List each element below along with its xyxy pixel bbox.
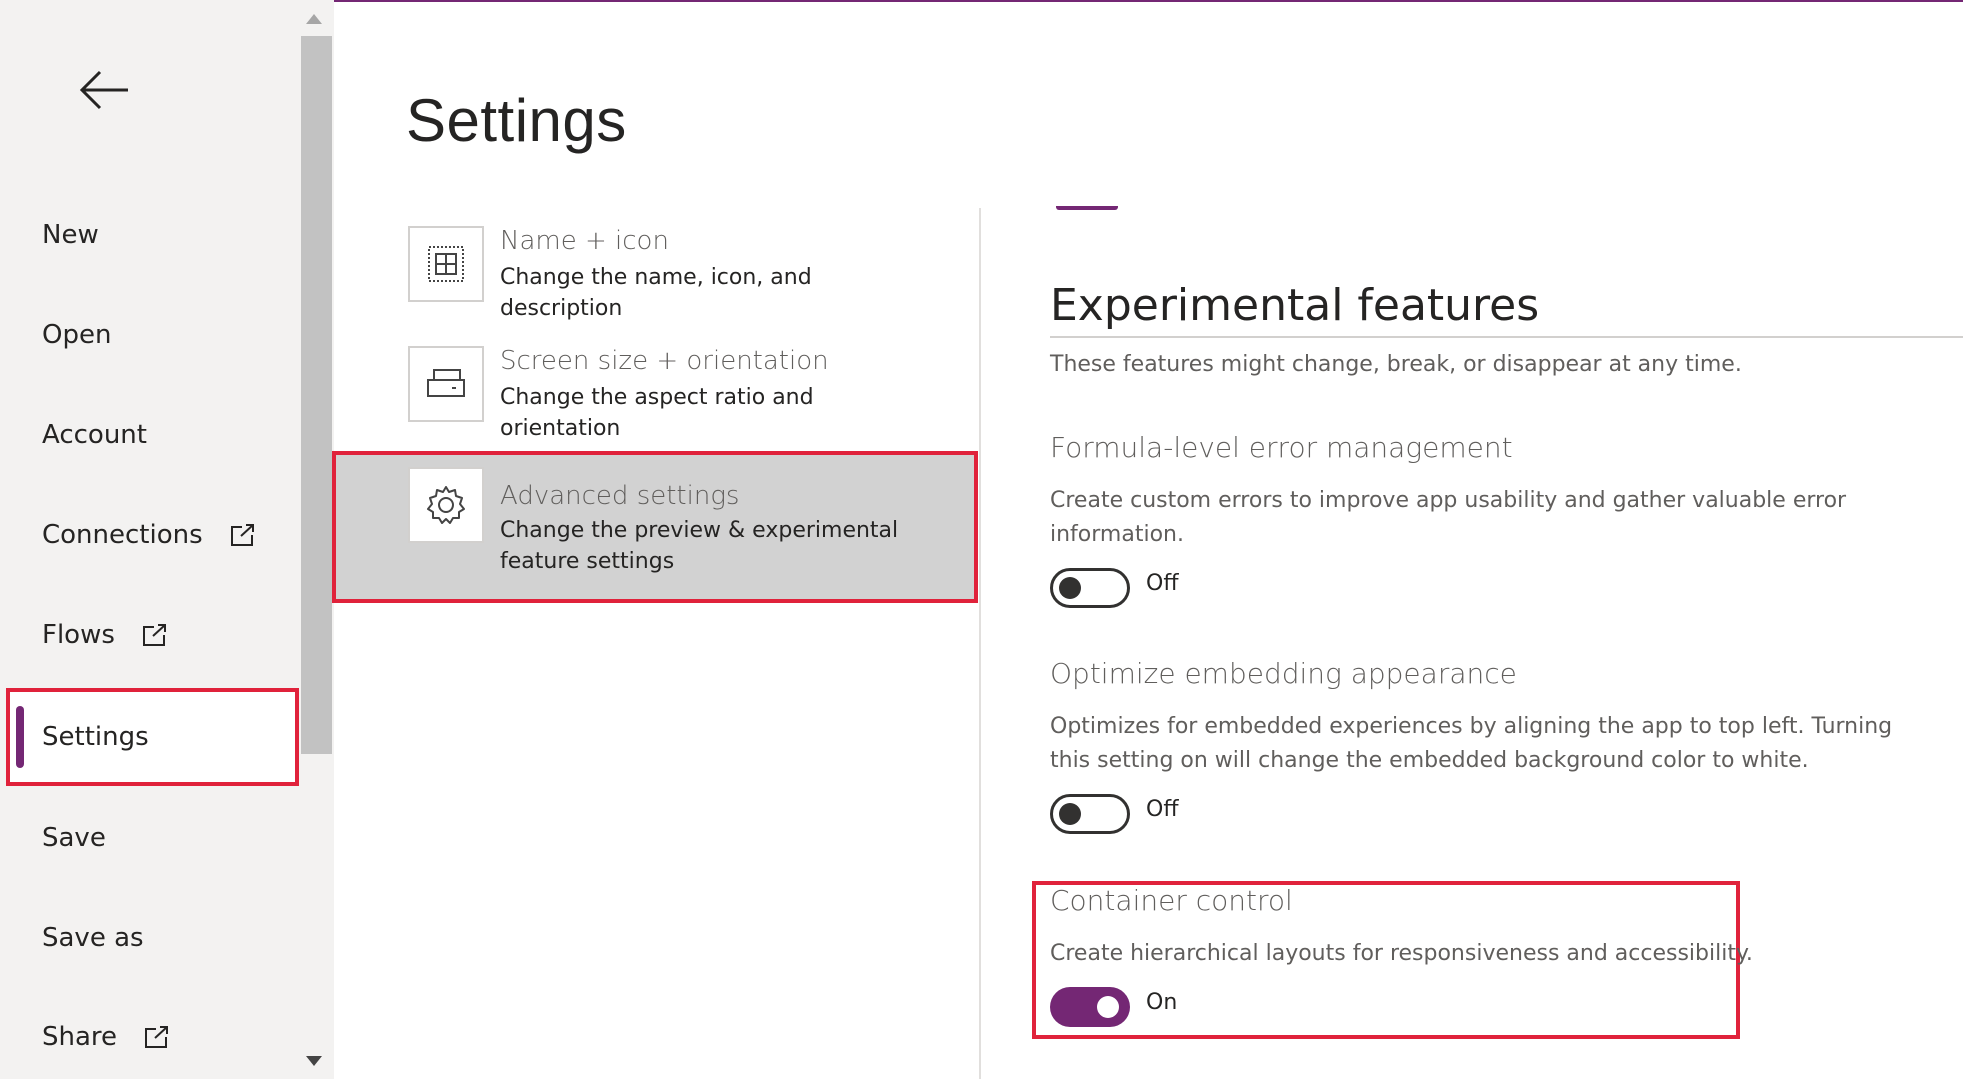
nav-item-label: Connections	[42, 520, 203, 550]
app-grid-icon	[408, 226, 484, 302]
feature-title: Optimize embedding appearance	[1050, 657, 1517, 690]
section-divider	[1050, 336, 1963, 338]
optimize-embedding-toggle[interactable]	[1050, 794, 1130, 834]
feature-title: Container control	[1050, 884, 1293, 917]
column-divider	[979, 208, 981, 1079]
section-subtitle: These features might change, break, or d…	[1050, 352, 1742, 377]
screen-orientation-icon	[408, 346, 484, 422]
open-external-icon	[141, 621, 169, 649]
nav-item-save[interactable]: Save	[6, 792, 297, 884]
page-title: Settings	[406, 87, 627, 154]
feature-description: Create custom errors to improve app usab…	[1050, 488, 1847, 547]
category-description: Change the aspect ratio and orientation	[500, 385, 814, 441]
scroll-down-icon[interactable]	[306, 1056, 322, 1066]
nav-item-label: Save	[42, 823, 106, 853]
settings-category-name-icon[interactable]: Name + icon Change the name, icon, and d…	[332, 212, 978, 321]
section-title: Experimental features	[1050, 280, 1540, 331]
category-title: Name + icon	[500, 226, 669, 256]
container-control-toggle[interactable]	[1050, 987, 1130, 1027]
nav-item-flows[interactable]: Flows	[6, 589, 297, 681]
nav-item-label: New	[42, 220, 99, 250]
formula-error-toggle[interactable]	[1050, 568, 1130, 608]
nav-item-share[interactable]: Share	[6, 991, 297, 1083]
nav-item-open[interactable]: Open	[6, 289, 297, 381]
gear-icon	[408, 467, 484, 543]
nav-item-connections[interactable]: Connections	[6, 489, 297, 581]
nav-item-label: Save as	[42, 923, 144, 953]
category-title: Advanced settings	[500, 481, 740, 511]
active-indicator	[16, 706, 24, 768]
nav-item-new[interactable]: New	[6, 189, 297, 281]
nav-item-account[interactable]: Account	[6, 389, 297, 481]
toggle-state-label: Off	[1146, 571, 1179, 596]
nav-item-label: Share	[42, 1022, 118, 1052]
arrow-left-icon[interactable]	[72, 58, 136, 122]
nav-item-label: Flows	[42, 620, 115, 650]
feature-title: Formula-level error management	[1050, 431, 1513, 464]
category-description: Change the preview & experimental featur…	[500, 518, 899, 574]
toggle-state-label: Off	[1146, 797, 1179, 822]
category-description: Change the name, icon, and description	[500, 265, 812, 321]
toggle-knob	[1059, 577, 1081, 599]
toggle-state-label: On	[1146, 990, 1178, 1015]
backstage-nav: New Open Account Connections Flows Setti…	[0, 0, 301, 1079]
scroll-indicator	[1056, 206, 1118, 210]
nav-item-label: Account	[42, 420, 147, 450]
toggle-knob	[1059, 803, 1081, 825]
open-external-icon	[229, 521, 257, 549]
nav-item-label: Open	[42, 320, 112, 350]
settings-category-screen-size[interactable]: Screen size + orientation Change the asp…	[332, 332, 978, 441]
feature-description: Optimizes for embedded experiences by al…	[1050, 714, 1893, 773]
open-external-icon	[143, 1023, 171, 1051]
feature-description: Create hierarchical layouts for responsi…	[1050, 941, 1753, 966]
nav-item-save-as[interactable]: Save as	[6, 892, 297, 984]
nav-scrollbar-thumb[interactable]	[301, 36, 332, 754]
category-title: Screen size + orientation	[500, 346, 829, 376]
toggle-knob	[1097, 996, 1119, 1018]
nav-item-label: Settings	[42, 722, 149, 752]
nav-item-settings[interactable]: Settings	[6, 688, 299, 786]
settings-category-advanced[interactable]: Advanced settings Change the preview & e…	[332, 451, 978, 603]
scroll-up-icon[interactable]	[306, 14, 322, 24]
